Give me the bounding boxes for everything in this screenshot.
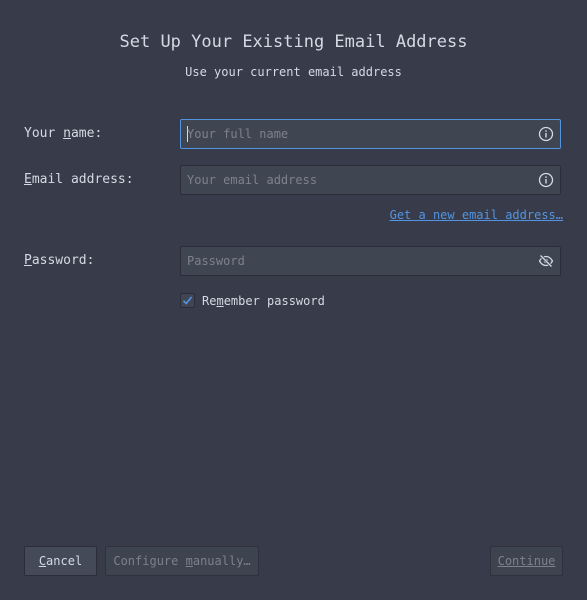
remember-label-prefix: Re: [202, 294, 217, 308]
continue-button[interactable]: Continue: [490, 546, 563, 576]
configure-label-suffix: anually…: [192, 554, 251, 568]
password-label-mnemonic: P: [24, 253, 32, 268]
configure-label-mnemonic: m: [185, 554, 193, 568]
password-label-suffix: assword:: [31, 253, 95, 268]
info-icon[interactable]: [538, 126, 554, 142]
password-field[interactable]: [180, 246, 561, 276]
cancel-button[interactable]: Cancel: [24, 546, 97, 576]
name-label-prefix: Your: [24, 126, 64, 141]
email-label-suffix: mail address:: [31, 172, 134, 187]
remember-password-label[interactable]: Remember password: [202, 294, 325, 308]
continue-label: Continue: [497, 554, 556, 568]
cancel-label-mnemonic: C: [38, 554, 47, 568]
name-input[interactable]: [181, 120, 526, 148]
name-label-mnemonic: n: [63, 126, 71, 141]
name-label: Your name:: [24, 126, 102, 141]
email-label-mnemonic: E: [24, 172, 32, 187]
email-input[interactable]: [181, 166, 526, 194]
email-label: Email address:: [24, 172, 134, 187]
remember-label-mnemonic: m: [216, 294, 224, 308]
name-label-suffix: ame:: [70, 126, 103, 141]
eye-slash-icon[interactable]: [538, 253, 554, 269]
dialog-subtitle: Use your current email address: [185, 65, 402, 79]
checkmark-icon: [182, 296, 193, 305]
cancel-label-suffix: ancel: [46, 554, 83, 568]
configure-manually-button[interactable]: Configure manually…: [105, 546, 259, 576]
get-new-email-link-text: Get a new email address…: [389, 208, 563, 222]
name-field[interactable]: [180, 119, 561, 149]
info-icon[interactable]: [538, 172, 554, 188]
email-field[interactable]: [180, 165, 561, 195]
get-new-email-link[interactable]: Get a new email address…: [390, 208, 563, 222]
remember-password-checkbox[interactable]: [180, 293, 195, 308]
dialog-title: Set Up Your Existing Email Address: [119, 32, 468, 52]
remember-label-suffix: ember password: [223, 294, 325, 308]
configure-label-prefix: Configure: [113, 554, 186, 568]
password-label: Password:: [24, 253, 94, 268]
password-input[interactable]: [181, 247, 526, 275]
